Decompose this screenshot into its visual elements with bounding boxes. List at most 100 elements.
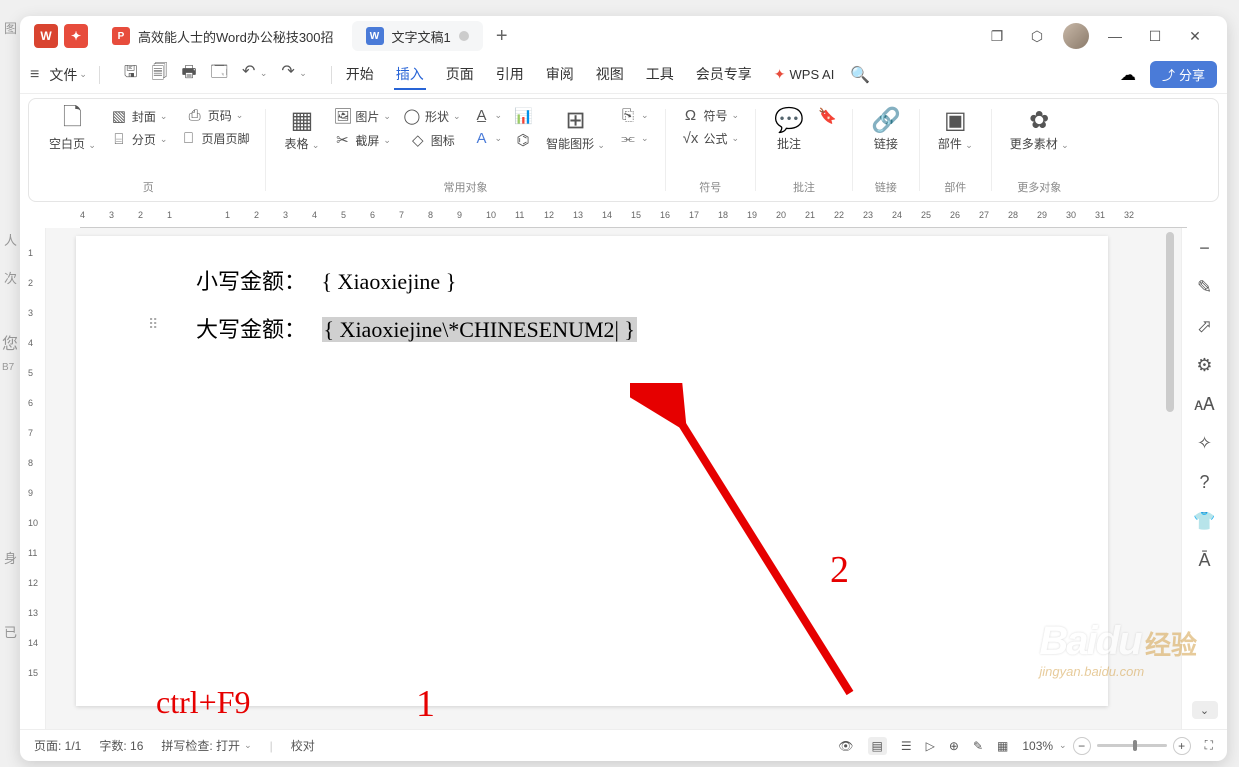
cloud-icon[interactable]: ☁ [1120,65,1136,85]
shape-button[interactable]: ◯形状 ⌄ [399,105,465,127]
cover-button[interactable]: ▧封面 ⌄ [106,105,172,127]
symbol-button[interactable]: Ω符号 ⌄ [678,105,744,126]
search-icon[interactable]: 🔍 [850,65,870,85]
tab-document-2[interactable]: W 文字文稿1 [352,21,483,51]
status-proof[interactable]: 校对 [291,737,315,754]
line2-field-selected[interactable]: { Xiaoxiejine\*CHINESENUM2| } [322,317,638,342]
ai-icon: ✦ [774,66,786,83]
app-window: W ✦ P 高效能人士的Word办公秘技300招 W 文字文稿1 + ❐ ⬡ —… [20,16,1227,761]
status-spellcheck[interactable]: 拼写检查: 打开 ⌄ [161,737,251,754]
print-icon[interactable]: 🖶 [182,61,197,88]
app-secondary-icon[interactable]: ✦ [64,24,88,48]
line1-field[interactable]: { Xiaoxiejine } [322,269,457,294]
parts-button[interactable]: ▣部件 ⌄ [932,105,979,154]
close-button[interactable]: ✕ [1181,22,1209,50]
status-page[interactable]: 页面: 1/1 [34,737,81,754]
redo-icon[interactable]: ↷ ⌄ [281,61,306,88]
side-collapse-button[interactable]: ⌄ [1192,701,1218,719]
save-as-icon[interactable]: 🗐 [152,61,168,88]
statusbar: 页面: 1/1 字数: 16 拼写检查: 打开 ⌄ | 校对 👁 ▤ ☰ ▷ ⊕… [20,729,1227,761]
side-tool-icon[interactable]: ✧ [1197,433,1212,454]
share-button[interactable]: ⤴ 分享 [1150,61,1217,88]
pagebreak-button[interactable]: ⌸分页 ⌄ [106,129,172,150]
side-translate-icon[interactable]: 🗚 [1194,394,1214,415]
ribbon-group-assets: ✿更多素材 ⌄ 更多对象 [996,103,1083,197]
tab-document-1[interactable]: P 高效能人士的Word办公秘技300招 [98,21,348,51]
status-eye-icon[interactable]: 👁 [838,739,853,753]
line2-label: 大写金额： [196,312,316,344]
wps-ai-button[interactable]: ✦ WPS AI [774,66,835,83]
tab-tools[interactable]: 工具 [644,60,676,90]
zoom-out-button[interactable]: − [1073,737,1091,755]
minimize-button[interactable]: — [1101,22,1129,50]
horizontal-ruler[interactable]: 4321123456789101112131415161718192021222… [80,204,1187,228]
side-help-icon[interactable]: ? [1199,472,1209,493]
table-button[interactable]: ▦表格 ⌄ [278,105,325,154]
link-button[interactable]: 🔗链接 [865,105,907,154]
page-scroll-area[interactable]: 小写金额： { Xiaoxiejine } ⠿ 大写金额： { Xiaoxiej… [46,228,1181,729]
user-avatar[interactable] [1063,23,1089,49]
status-pen-icon[interactable]: ✎ [973,739,983,753]
drag-handle-icon[interactable]: ⠿ [148,316,158,333]
tab-reference[interactable]: 引用 [494,60,526,90]
orgchart-button[interactable]: ⌬ [510,129,536,151]
side-clothes-icon[interactable]: 👕 [1193,511,1215,532]
new-tab-button[interactable]: + [487,21,517,51]
quick-access-toolbar: 🖫 🗐 🖶 🗔 ↶ ⌄ ↷ ⌄ [112,61,319,88]
blank-page-button[interactable]: 🗋空白页 ⌄ [43,105,102,154]
layout-icon[interactable]: ❐ [983,22,1011,50]
tab-start[interactable]: 开始 [344,60,376,90]
zoom-value[interactable]: 103% [1022,739,1053,753]
bookmark-button[interactable]: 🔖 [814,105,840,127]
zoom-in-button[interactable]: + [1173,737,1191,755]
wordart-button[interactable]: A⌄ [469,128,507,149]
status-readmode-icon[interactable]: ▤ [868,737,887,755]
tab-view[interactable]: 视图 [594,60,626,90]
zoom-slider[interactable] [1097,744,1167,747]
picture-button[interactable]: 🖼图片 ⌄ [329,105,395,127]
icon-button[interactable]: ◇图标 [405,129,459,151]
vertical-ruler[interactable]: 123456789101112131415 [20,228,46,729]
tab-page[interactable]: 页面 [444,60,476,90]
file-menu[interactable]: 文件 ⌄ [49,65,87,85]
more-obj-button[interactable]: ⎘⌄ [615,105,653,126]
maximize-button[interactable]: ☐ [1141,22,1169,50]
ribbon-group-link: 🔗链接 链接 [857,103,915,197]
screenshot-button[interactable]: ✂截屏 ⌄ [329,129,395,151]
side-minus-icon[interactable]: − [1199,238,1210,259]
tab-insert[interactable]: 插入 [394,60,426,90]
group-label: 符号 [699,179,721,195]
status-words[interactable]: 字数: 16 [99,737,143,754]
status-fullscreen-icon[interactable]: ⛶ [1205,738,1213,753]
more-assets-button[interactable]: ✿更多素材 ⌄ [1004,105,1075,154]
ribbon-group-page: 🗋空白页 ⌄ ▧封面 ⌄ ⌸分页 ⌄ ⎙页码 ⌄ ⎕页眉页脚 页 [35,103,261,197]
tab-review[interactable]: 审阅 [544,60,576,90]
scrollbar-thumb[interactable] [1166,232,1174,412]
status-outline-icon[interactable]: ☰ [901,739,912,753]
save-icon[interactable]: 🖫 [124,61,138,88]
hamburger-icon[interactable]: ≡ [30,66,39,84]
status-web-icon[interactable]: ⊕ [949,739,959,753]
relation-button[interactable]: ⫘⌄ [615,128,653,149]
pagenum-button[interactable]: ⎙页码 ⌄ [182,105,248,126]
textbox-button[interactable]: A̲⌄ [469,105,507,126]
doc-line-1: 小写金额： { Xiaoxiejine } [196,264,988,296]
document-page[interactable]: 小写金额： { Xiaoxiejine } ⠿ 大写金额： { Xiaoxiej… [76,236,1108,706]
side-pen-icon[interactable]: ✎ [1197,277,1212,298]
status-play-icon[interactable]: ▷ [926,739,935,753]
formula-button[interactable]: √x公式 ⌄ [678,128,744,149]
undo-icon[interactable]: ↶ ⌄ [242,61,267,88]
comment-button[interactable]: 💬批注 [768,105,810,154]
cube-icon[interactable]: ⬡ [1023,22,1051,50]
vertical-scrollbar[interactable] [1163,228,1177,729]
tab-member[interactable]: 会员专享 [694,60,754,90]
smartart-button[interactable]: ⊞智能图形 ⌄ [540,105,611,154]
headerfooter-button[interactable]: ⎕页眉页脚 [175,128,253,149]
side-settings-icon[interactable]: ⚙ [1196,355,1212,376]
print-preview-icon[interactable]: 🗔 [211,61,228,88]
chart-button[interactable]: 📊 [510,105,536,127]
status-grid-icon[interactable]: ▦ [997,739,1008,753]
side-select-icon[interactable]: ⬀ [1197,316,1212,337]
wps-logo-icon[interactable]: W [34,24,58,48]
side-text-icon[interactable]: Ā [1198,550,1210,571]
